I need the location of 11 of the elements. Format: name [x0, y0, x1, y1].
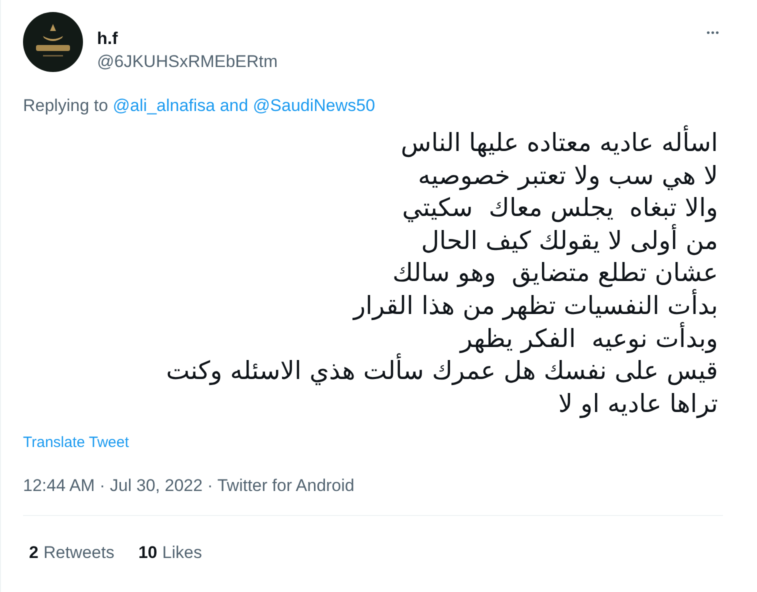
author-handle[interactable]: @6JKUHSxRMEbERtm [97, 52, 692, 72]
stat-label[interactable]: Retweets [43, 543, 114, 564]
author-name[interactable]: h.f [97, 29, 692, 49]
stat-count: 2 [29, 543, 38, 564]
tweet-text: اسأله عاديه معتاده عليها الناس لا هي سب ولا تعتبر خصوصيه والا تبغاه يجلس معاك سكيتي من أولى لا يقولك كيف الحال عشان تطلع متضايق وهو سالك بدأت النفسيات تظهر من هذا القرار وبدأت نوعيه الفكر يظهر قيس على نفسك هل عمرك سألت هذي الاسئله وكنت تراها عاديه او لا [23, 127, 734, 420]
more-options-icon[interactable]: ••• [706, 12, 734, 39]
replying-to-text: Replying to @ali_alnafisa and @SaudiNews50 [23, 96, 376, 116]
tweet-timestamp: 12:44 AM · Jul 30, 2022 · Twitter for Android [23, 476, 356, 496]
stat-count: 10 [138, 543, 158, 564]
stat-label[interactable]: Likes [162, 543, 202, 564]
avatar[interactable] [23, 12, 83, 72]
